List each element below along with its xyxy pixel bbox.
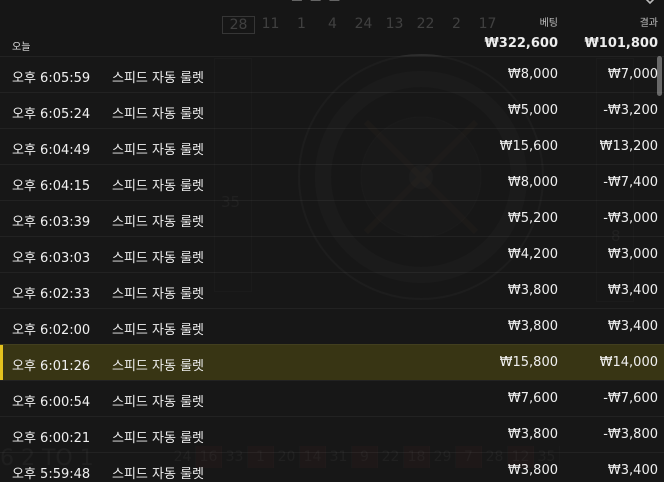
- row-game-name: 스피드 자동 룰렛: [112, 323, 204, 338]
- row-time: 오후 5:59:48: [12, 467, 91, 482]
- recent-number: 1: [297, 16, 306, 32]
- bet-column-header: 베팅: [539, 18, 558, 29]
- recent-number: 22: [416, 16, 435, 32]
- row-result-amount: ₩14,000: [599, 355, 658, 370]
- row-bet-amount: ₩3,800: [507, 319, 558, 334]
- history-row[interactable]: 오후 6:01:26 스피드 자동 룰렛 ₩15,800 ₩14,000: [0, 344, 664, 380]
- row-bet-amount: ₩3,800: [507, 463, 558, 478]
- row-result-amount: ₩7,000: [607, 67, 658, 82]
- row-result-amount: ₩3,400: [607, 283, 658, 298]
- row-time: 오후 6:01:26: [12, 359, 91, 374]
- history-row[interactable]: 오후 6:00:21 스피드 자동 룰렛 ₩3,800 -₩3,800: [0, 416, 664, 452]
- history-row[interactable]: 오후 6:04:15 스피드 자동 룰렛 ₩8,000 -₩7,400: [0, 164, 664, 200]
- row-result-amount: -₩3,000: [603, 211, 658, 226]
- row-time: 오후 6:05:24: [12, 107, 91, 122]
- bg-top-label: ━ ━ ━: [292, 0, 341, 9]
- row-result-amount: -₩3,200: [603, 103, 658, 118]
- row-time: 오후 6:00:21: [12, 431, 91, 446]
- scrollbar-thumb[interactable]: [657, 56, 662, 96]
- history-row[interactable]: 오후 6:05:59 스피드 자동 룰렛 ₩8,000 ₩7,000: [0, 56, 664, 92]
- row-game-name: 스피드 자동 룰렛: [112, 143, 204, 158]
- row-game-name: 스피드 자동 룰렛: [112, 179, 204, 194]
- row-game-name: 스피드 자동 룰렛: [112, 287, 204, 302]
- group-total-bet: ₩322,600: [484, 36, 558, 51]
- recent-number: 17: [478, 16, 497, 32]
- row-bet-amount: ₩5,200: [507, 211, 558, 226]
- row-bet-amount: ₩3,800: [507, 427, 558, 442]
- history-row[interactable]: 오후 6:03:03 스피드 자동 룰렛 ₩4,200 ₩3,000: [0, 236, 664, 272]
- row-result-amount: -₩7,600: [603, 391, 658, 406]
- history-row[interactable]: 오후 5:59:48 스피드 자동 룰렛 ₩3,800 ₩3,400: [0, 452, 664, 482]
- history-list: 오후 6:05:59 스피드 자동 룰렛 ₩8,000 ₩7,000 오후 6:05:2…: [0, 56, 664, 482]
- recent-number: 2: [452, 16, 461, 32]
- history-row[interactable]: 오후 6:02:00 스피드 자동 룰렛 ₩3,800 ₩3,400: [0, 308, 664, 344]
- history-row[interactable]: 오후 6:04:49 스피드 자동 룰렛 ₩15,600 ₩13,200: [0, 128, 664, 164]
- row-bet-amount: ₩15,600: [499, 139, 558, 154]
- chevron-collapse-icon[interactable]: [644, 0, 656, 6]
- row-time: 오후 6:04:15: [12, 179, 91, 194]
- history-row[interactable]: 오후 6:03:39 스피드 자동 룰렛 ₩5,200 -₩3,000: [0, 200, 664, 236]
- date-group-label: 오늘: [12, 42, 31, 53]
- recent-number: 24: [354, 16, 373, 32]
- row-time: 오후 6:03:39: [12, 215, 91, 230]
- recent-number: 4: [328, 16, 337, 32]
- recent-number: 11: [261, 16, 280, 32]
- row-game-name: 스피드 자동 룰렛: [112, 107, 204, 122]
- row-bet-amount: ₩5,000: [507, 103, 558, 118]
- row-game-name: 스피드 자동 룰렛: [112, 251, 204, 266]
- result-column-header: 결과: [639, 18, 658, 29]
- row-game-name: 스피드 자동 룰렛: [112, 215, 204, 230]
- row-game-name: 스피드 자동 룰렛: [112, 467, 204, 482]
- row-result-amount: -₩7,400: [603, 175, 658, 190]
- row-game-name: 스피드 자동 룰렛: [112, 359, 204, 374]
- history-row[interactable]: 오후 6:02:33 스피드 자동 룰렛 ₩3,800 ₩3,400: [0, 272, 664, 308]
- bet-history-panel: ━ ━ ━ 281114241322217 35 8 6 2 TO 1 2416…: [0, 0, 664, 482]
- row-result-amount: ₩3,000: [607, 247, 658, 262]
- row-game-name: 스피드 자동 룰렛: [112, 395, 204, 410]
- row-game-name: 스피드 자동 룰렛: [112, 71, 204, 86]
- row-bet-amount: ₩8,000: [507, 67, 558, 82]
- recent-number: 28: [222, 16, 255, 34]
- row-time: 오후 6:03:03: [12, 251, 91, 266]
- row-bet-amount: ₩7,600: [507, 391, 558, 406]
- recent-numbers-strip: 28 11 1 4 24 13 22 2 17: [222, 16, 503, 34]
- recent-number: 13: [385, 16, 404, 32]
- row-result-amount: ₩13,200: [599, 139, 658, 154]
- date-group-header: 오늘 ₩322,600 ₩101,800: [0, 34, 664, 56]
- row-time: 오후 6:02:00: [12, 323, 91, 338]
- row-bet-amount: ₩3,800: [507, 283, 558, 298]
- history-row[interactable]: 오후 6:05:24 스피드 자동 룰렛 ₩5,000 -₩3,200: [0, 92, 664, 128]
- row-bet-amount: ₩15,800: [499, 355, 558, 370]
- history-row[interactable]: 오후 6:00:54 스피드 자동 룰렛 ₩7,600 -₩7,600: [0, 380, 664, 416]
- row-result-amount: ₩3,400: [607, 319, 658, 334]
- row-bet-amount: ₩4,200: [507, 247, 558, 262]
- row-bet-amount: ₩8,000: [507, 175, 558, 190]
- row-time: 오후 6:04:49: [12, 143, 91, 158]
- row-time: 오후 6:05:59: [12, 71, 91, 86]
- row-game-name: 스피드 자동 룰렛: [112, 431, 204, 446]
- row-result-amount: ₩3,400: [607, 463, 658, 478]
- row-time: 오후 6:02:33: [12, 287, 91, 302]
- row-result-amount: -₩3,800: [603, 427, 658, 442]
- group-total-result: ₩101,800: [584, 36, 658, 51]
- row-time: 오후 6:00:54: [12, 395, 91, 410]
